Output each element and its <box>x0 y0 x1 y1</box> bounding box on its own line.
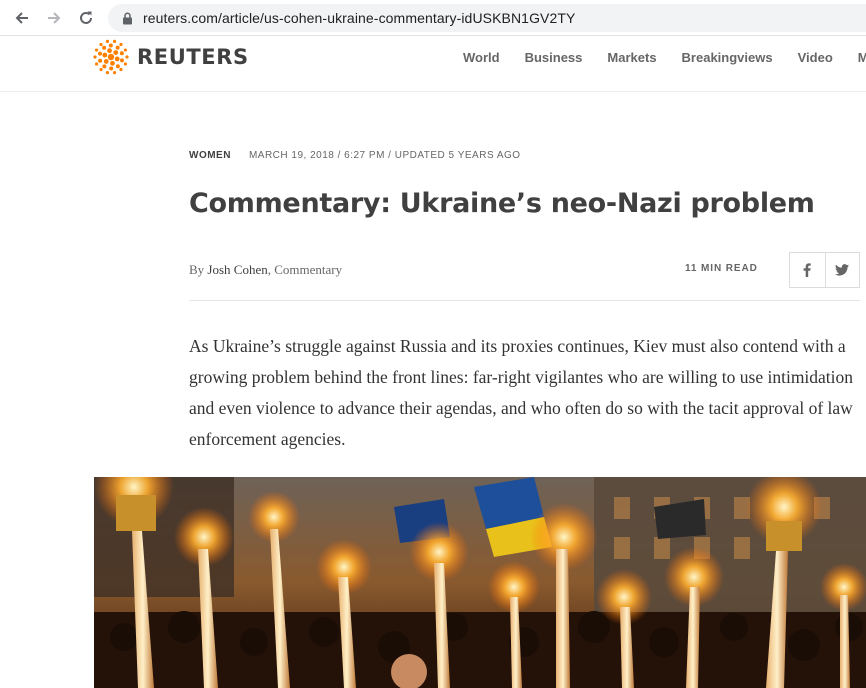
logo-dot <box>119 58 124 63</box>
dateline: MARCH 19, 2018 / 6:27 PM / UPDATED 5 YEA… <box>248 149 521 161</box>
browser-toolbar: reuters.com/article/us-cohen-ukraine-com… <box>0 0 866 36</box>
logo-dot <box>105 70 110 75</box>
logo-dot <box>103 59 109 64</box>
logo-dot <box>102 64 107 69</box>
nav-world[interactable]: World <box>463 50 500 66</box>
arrow-right-icon <box>48 12 61 24</box>
logo-dot <box>110 60 115 66</box>
read-time: 11 MIN READ <box>685 263 758 274</box>
logo-dot <box>99 67 103 72</box>
logo-dot <box>102 52 108 58</box>
article-headline: Commentary: Ukraine’s neo-Nazi problem <box>189 188 815 219</box>
logo-dot <box>98 58 103 63</box>
site-header: REUTERS World Business Markets Breakingv… <box>0 36 866 92</box>
logo-dot <box>112 70 117 75</box>
logo-dot <box>98 51 103 56</box>
logo-dot <box>94 48 99 52</box>
lock-icon <box>120 11 134 25</box>
nav-business[interactable]: Business <box>525 50 583 66</box>
facebook-icon <box>803 263 811 277</box>
arrow-left-icon <box>15 12 28 24</box>
byline-row: By Josh Cohen, Commentary 11 MIN READ <box>189 252 860 288</box>
logo-dot <box>107 48 112 54</box>
byline-divider <box>189 300 860 301</box>
logo-dot <box>115 64 120 69</box>
logo-text: REUTERS <box>137 45 249 69</box>
facebook-share-button[interactable] <box>790 253 825 287</box>
logo-dot <box>125 55 129 59</box>
logo-dot <box>102 45 107 50</box>
logo-dot <box>99 42 103 47</box>
logo-dot <box>115 45 120 50</box>
logo-dot <box>123 62 128 66</box>
nav-breakingviews[interactable]: Breakingviews <box>682 50 773 66</box>
logo-dot <box>112 39 117 44</box>
back-button[interactable] <box>10 6 34 30</box>
byline-suffix: , Commentary <box>267 262 343 277</box>
share-buttons <box>789 252 860 288</box>
byline: By Josh Cohen, Commentary <box>189 262 342 278</box>
nav-markets[interactable]: Markets <box>607 50 656 66</box>
logo-dot <box>119 42 123 47</box>
logo-dot <box>105 39 110 44</box>
reuters-dots-icon <box>93 39 129 75</box>
nav-more-truncated[interactable]: M <box>858 50 866 66</box>
hero-photo[interactable] <box>94 477 866 688</box>
url-text: reuters.com/article/us-cohen-ukraine-com… <box>143 10 576 26</box>
reload-icon <box>80 11 92 24</box>
twitter-icon <box>835 264 850 276</box>
address-bar[interactable]: reuters.com/article/us-cohen-ukraine-com… <box>108 4 866 32</box>
twitter-share-button[interactable] <box>824 253 860 287</box>
logo-dot <box>119 51 124 56</box>
logo-dot <box>93 55 97 59</box>
logo-dot <box>109 66 114 71</box>
logo-dot <box>108 43 113 48</box>
byline-prefix: By <box>189 262 208 277</box>
logo-dot <box>113 50 119 55</box>
article-meta: WOMEN MARCH 19, 2018 / 6:27 PM / UPDATED… <box>189 149 521 161</box>
reuters-logo[interactable]: REUTERS <box>93 39 249 75</box>
logo-dot <box>123 48 128 52</box>
logo-dot <box>114 56 120 62</box>
author-link[interactable]: Josh Cohen <box>207 262 267 277</box>
logo-dot <box>107 53 115 61</box>
logo-dot <box>94 62 99 66</box>
forward-button[interactable] <box>42 6 66 30</box>
lead-paragraph: As Ukraine’s struggle against Russia and… <box>189 336 854 449</box>
torch-march-photo <box>94 477 866 688</box>
main-nav: World Business Markets Breakingviews Vid… <box>463 50 866 66</box>
reload-button[interactable] <box>74 6 98 30</box>
logo-dot <box>119 67 123 72</box>
nav-video[interactable]: Video <box>798 50 833 66</box>
section-link[interactable]: WOMEN <box>189 150 231 161</box>
